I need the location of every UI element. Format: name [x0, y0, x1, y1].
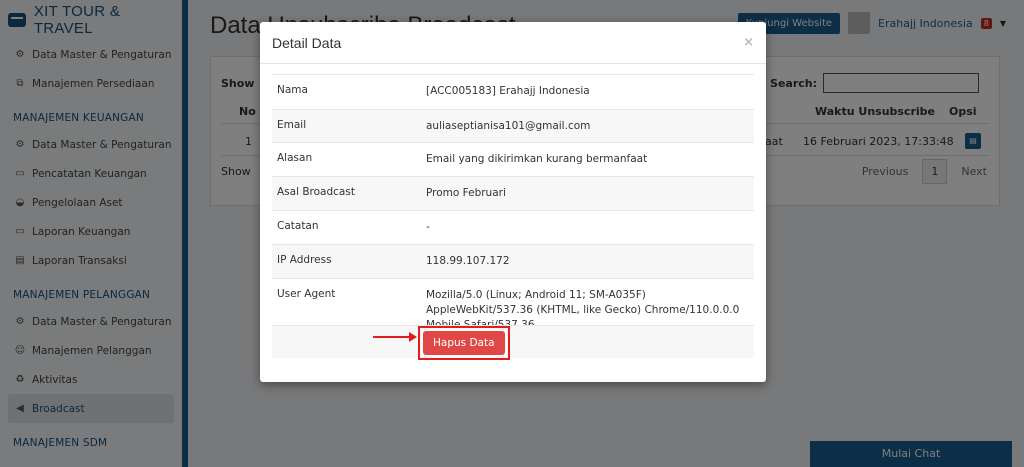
label-asal: Asal Broadcast — [277, 186, 355, 198]
value-alasan: Email yang dikirimkan kurang bermanfaat — [426, 153, 648, 165]
value-asal-link[interactable]: Promo Februari — [422, 177, 754, 210]
row-email: Email auliaseptianisa101@gmail.com — [272, 109, 754, 142]
modal-title: Detail Data — [272, 34, 342, 51]
delete-data-button[interactable]: Hapus Data — [423, 331, 505, 355]
label-email: Email — [277, 119, 307, 131]
value-nama-link[interactable]: [ACC005183] Erahajj Indonesia — [422, 75, 754, 109]
row-asal: Asal Broadcast Promo Februari — [272, 176, 754, 210]
label-alasan: Alasan — [277, 152, 313, 164]
detail-table: Nama [ACC005183] Erahajj Indonesia Email… — [272, 74, 754, 360]
highlight-box: Hapus Data — [418, 326, 510, 360]
detail-modal: Detail Data × Nama [ACC005183] Erahajj I… — [260, 22, 766, 382]
value-email: auliaseptianisa101@gmail.com — [426, 120, 591, 132]
row-user-agent: User Agent Mozilla/5.0 (Linux; Android 1… — [272, 278, 754, 331]
label-user-agent: User Agent — [277, 288, 336, 300]
annotation-arrow-icon — [373, 332, 417, 342]
action-row: Hapus Data — [272, 325, 754, 360]
label-ip: IP Address — [277, 254, 332, 266]
row-alasan: Alasan Email yang dikirimkan kurang berm… — [272, 142, 754, 176]
modal-header: Detail Data × — [260, 22, 766, 64]
value-catatan: - — [426, 221, 430, 233]
value-ip: 118.99.107.172 — [426, 255, 510, 267]
row-nama: Nama [ACC005183] Erahajj Indonesia — [272, 74, 754, 109]
close-icon[interactable]: × — [743, 35, 754, 50]
row-catatan: Catatan - — [272, 210, 754, 244]
label-nama: Nama — [277, 84, 308, 96]
value-user-agent: Mozilla/5.0 (Linux; Android 11; SM-A035F… — [426, 289, 740, 331]
row-ip: IP Address 118.99.107.172 — [272, 244, 754, 278]
label-catatan: Catatan — [277, 220, 319, 232]
